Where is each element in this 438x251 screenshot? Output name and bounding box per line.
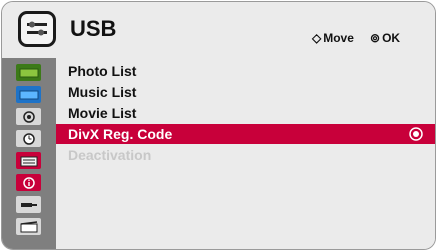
image-icon[interactable] <box>16 86 41 103</box>
menu-item-photo-list[interactable]: Photo List <box>56 61 435 81</box>
move-hint-label: Move <box>323 31 354 45</box>
usb-settings-icon <box>18 11 56 47</box>
page-title: USB <box>70 16 117 41</box>
menu-item-music-list[interactable]: Music List <box>56 82 435 102</box>
ok-select-icon <box>409 127 423 141</box>
move-arrows-icon: ◇ <box>312 31 322 45</box>
move-hint: ◇ Move <box>312 31 354 45</box>
menu-list: Photo List Music List Movie List DivX Re… <box>56 58 435 249</box>
menu-item-movie-list[interactable]: Movie List <box>56 103 435 123</box>
input-icon[interactable] <box>16 196 41 213</box>
usb-menu-window: USB ◇ Move ⊚ OK Photo List Music List Mo… <box>1 1 436 250</box>
ok-hint-label: OK <box>382 31 401 45</box>
menu-item-deactivation: Deactivation <box>68 147 152 163</box>
sound-icon[interactable] <box>16 108 41 125</box>
menu-header: USB ◇ Move ⊚ OK <box>2 2 435 58</box>
menu-item-divx-reg-code[interactable]: DivX Reg. Code <box>56 124 435 144</box>
menu-item-label: DivX Reg. Code <box>68 126 173 142</box>
ok-hint: ⊚ OK <box>370 31 400 45</box>
movie-icon[interactable] <box>16 218 41 235</box>
picture-icon[interactable] <box>16 64 41 81</box>
info-icon[interactable] <box>16 174 41 191</box>
usb-icon[interactable] <box>16 152 41 169</box>
category-sidebar <box>2 58 56 249</box>
time-icon[interactable] <box>16 130 41 147</box>
ok-button-icon: ⊚ <box>370 31 381 45</box>
